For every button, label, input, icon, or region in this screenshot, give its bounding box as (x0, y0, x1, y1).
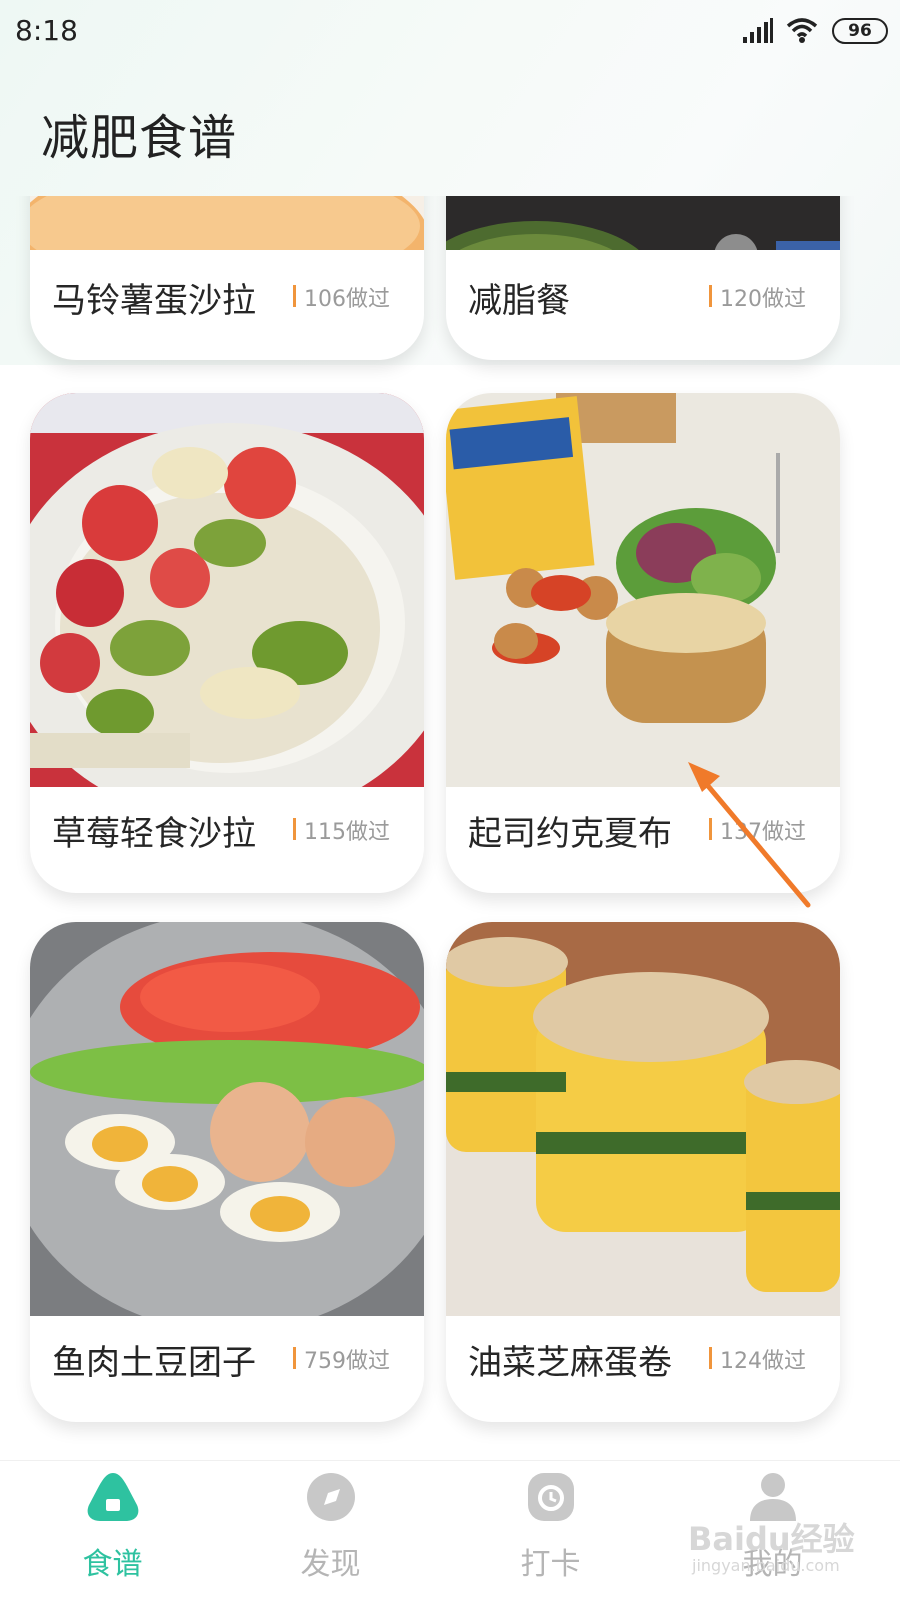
recipe-photo (30, 922, 424, 1316)
status-bar: 8:18 96 (0, 0, 900, 62)
recipe-photo-image (30, 393, 424, 787)
count-divider (709, 285, 712, 307)
recipe-card[interactable]: 油菜芝麻蛋卷 124做过 (446, 922, 840, 1422)
recipe-photo (30, 196, 424, 250)
recipe-photo (446, 922, 840, 1316)
tab-recipes[interactable]: 食谱 (0, 1461, 225, 1600)
recipe-card[interactable]: 马铃薯蛋沙拉 106做过 (30, 196, 424, 360)
wifi-icon (786, 18, 818, 43)
recipe-photo (446, 393, 840, 787)
recipe-name: 起司约克夏布 (468, 814, 672, 854)
recipe-count: 106做过 (304, 287, 390, 312)
recipe-photo-image (446, 922, 840, 1316)
annotation-arrow-icon (688, 762, 811, 908)
recipe-count: 115做过 (304, 820, 390, 845)
recipe-count: 759做过 (304, 1349, 390, 1374)
tab-discover[interactable]: 发现 (218, 1461, 443, 1600)
signal-icon (743, 18, 773, 43)
recipe-photo-image (30, 196, 424, 250)
watermark-logo: Baidu经验 (688, 1520, 855, 1558)
screen: 8:18 96 减肥食谱 马铃薯蛋沙拉 106做过 减脂餐 120做过 草莓轻食… (0, 0, 900, 1600)
tab-label: 食谱 (82, 1547, 143, 1582)
count-divider (293, 1347, 296, 1369)
baidu-watermark: Baidu经验 jingyan.baidu.com (688, 1514, 858, 1584)
recipe-photo-image (446, 393, 840, 787)
recipe-name: 减脂餐 (468, 281, 570, 321)
count-divider (293, 818, 296, 840)
recipe-photo (446, 196, 840, 250)
watermark-url: jingyan.baidu.com (692, 1556, 840, 1575)
tab-label: 发现 (300, 1547, 361, 1582)
recipe-name: 草莓轻食沙拉 (52, 814, 256, 854)
recipe-count: 124做过 (720, 1349, 806, 1374)
count-divider (709, 1347, 712, 1369)
recipe-card[interactable]: 草莓轻食沙拉 115做过 (30, 393, 424, 893)
recipe-photo-image (30, 922, 424, 1316)
page-title: 减肥食谱 (41, 110, 238, 166)
tab-checkin[interactable]: 打卡 (438, 1461, 663, 1600)
recipe-name: 油菜芝麻蛋卷 (468, 1343, 672, 1383)
recipe-photo-image (446, 196, 840, 250)
recipe-card[interactable]: 鱼肉土豆团子 759做过 (30, 922, 424, 1422)
discover-icon (307, 1473, 355, 1521)
tab-label: 打卡 (520, 1547, 581, 1582)
recipe-count: 120做过 (720, 287, 806, 312)
recipe-photo (30, 393, 424, 787)
recipe-card[interactable]: 减脂餐 120做过 (446, 196, 840, 360)
clock-icon (528, 1473, 574, 1521)
recipe-icon (87, 1473, 139, 1521)
count-divider (293, 285, 296, 307)
battery-icon: 96 (832, 18, 888, 44)
recipe-name: 马铃薯蛋沙拉 (52, 281, 256, 321)
recipe-name: 鱼肉土豆团子 (52, 1343, 256, 1383)
battery-level: 96 (848, 21, 872, 41)
status-time: 8:18 (15, 14, 78, 47)
